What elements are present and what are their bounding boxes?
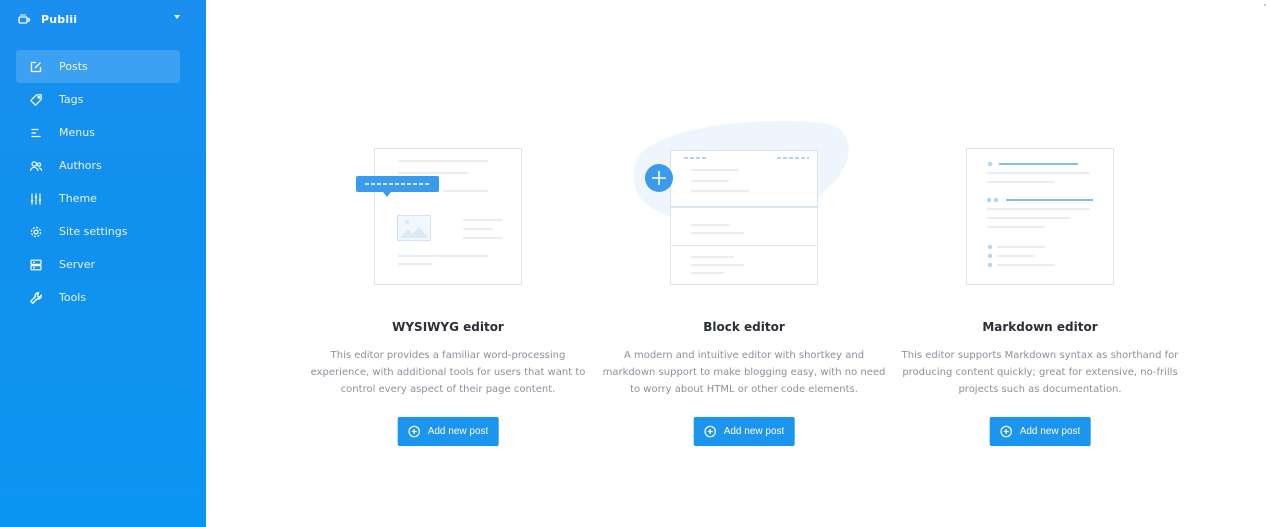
window-corner-mark xyxy=(1264,4,1266,6)
sidebar-item-label: Site settings xyxy=(59,225,128,238)
sidebar-item-label: Menus xyxy=(59,126,95,139)
menu-icon xyxy=(28,125,44,141)
plus-circle-icon xyxy=(408,425,421,438)
sidebar-item-label: Tags xyxy=(59,93,84,106)
plus-circle-icon xyxy=(704,425,717,438)
sidebar-item-posts[interactable]: Posts xyxy=(16,50,180,83)
add-new-post-block-button[interactable]: Add new post xyxy=(693,417,795,446)
card-title: Block editor xyxy=(703,320,785,334)
card-description: This editor supports Markdown syntax as … xyxy=(901,350,1179,395)
button-label: Add new post xyxy=(723,426,785,437)
wysiwyg-illustration xyxy=(356,148,522,285)
tag-icon xyxy=(28,92,44,108)
authors-icon xyxy=(28,158,44,174)
wysiwyg-editor-card: WYSIWYG editor This editor provides a fa… xyxy=(303,115,593,455)
sidebar-item-site-settings[interactable]: Site settings xyxy=(16,215,180,248)
card-title: Markdown editor xyxy=(982,320,1098,334)
card-description: A modern and intuitive editor with short… xyxy=(602,350,886,395)
sidebar-item-tools[interactable]: Tools xyxy=(16,281,180,314)
sidebar-item-label: Tools xyxy=(59,291,87,304)
markdown-editor-card: Markdown editor This editor supports Mar… xyxy=(895,115,1185,455)
sidebar-item-theme[interactable]: Theme xyxy=(16,182,180,215)
block-editor-card: Block editor A modern and intuitive edit… xyxy=(599,115,889,455)
cup-icon xyxy=(16,11,32,27)
site-switcher[interactable]: Publii xyxy=(16,8,186,30)
chevron-down-icon[interactable] xyxy=(174,15,180,19)
editor-chooser: WYSIWYG editor This editor provides a fa… xyxy=(206,0,1270,527)
server-icon xyxy=(28,257,44,273)
posts-icon xyxy=(28,59,44,75)
sidebar-item-label: Server xyxy=(59,258,96,271)
block-illustration xyxy=(633,120,849,285)
sidebar-item-label: Authors xyxy=(59,159,102,172)
sidebar-item-tags[interactable]: Tags xyxy=(16,83,180,116)
app-window: Publii Posts Tags Menus Authors Theme Si… xyxy=(0,0,1270,527)
card-title: WYSIWYG editor xyxy=(392,320,504,334)
add-new-post-markdown-button[interactable]: Add new post xyxy=(989,417,1091,446)
markdown-illustration xyxy=(966,148,1114,285)
wrench-icon xyxy=(28,290,44,306)
sidebar-item-label: Theme xyxy=(59,192,97,205)
button-label: Add new post xyxy=(427,426,489,437)
sidebar: Publii Posts Tags Menus Authors Theme Si… xyxy=(0,0,206,527)
add-new-post-wysiwyg-button[interactable]: Add new post xyxy=(397,417,499,446)
site-name: Publii xyxy=(41,12,78,26)
gear-icon xyxy=(28,224,44,240)
sidebar-item-label: Posts xyxy=(59,60,88,73)
sidebar-nav: Posts Tags Menus Authors Theme Site sett… xyxy=(16,50,180,314)
card-description: This editor provides a familiar word-pro… xyxy=(310,350,586,395)
sliders-icon xyxy=(28,191,44,207)
plus-circle-icon xyxy=(1000,425,1013,438)
sidebar-item-authors[interactable]: Authors xyxy=(16,149,180,182)
sidebar-item-server[interactable]: Server xyxy=(16,248,180,281)
sidebar-item-menus[interactable]: Menus xyxy=(16,116,180,149)
button-label: Add new post xyxy=(1019,426,1081,437)
